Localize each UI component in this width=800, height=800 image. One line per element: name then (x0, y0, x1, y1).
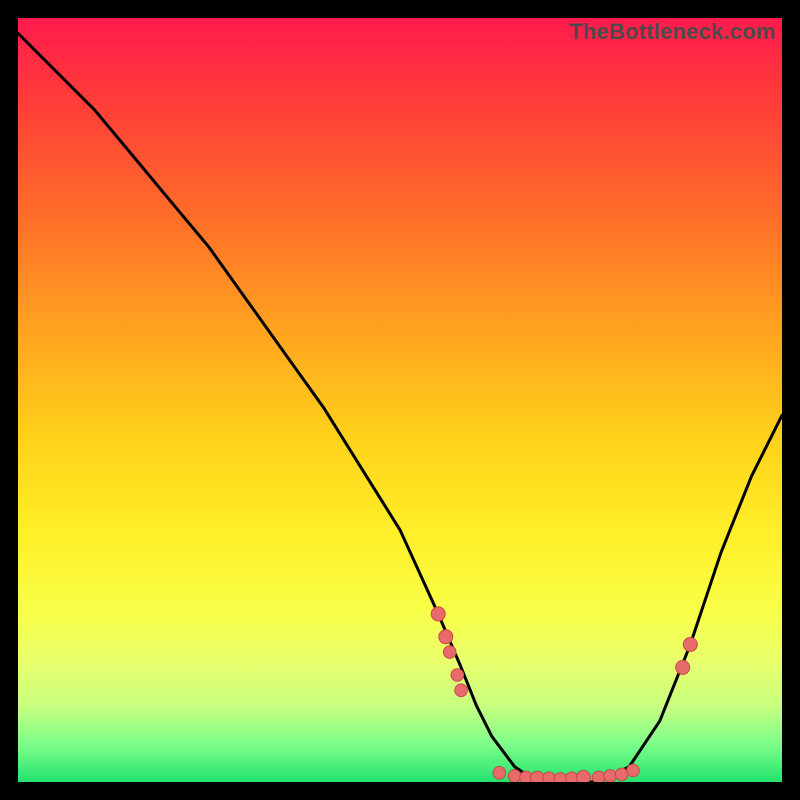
data-marker (683, 638, 697, 652)
data-marker (439, 630, 453, 644)
data-marker (554, 773, 567, 782)
bottleneck-curve (18, 33, 782, 782)
data-marker (627, 764, 640, 777)
data-marker (604, 770, 617, 782)
data-marker (443, 646, 456, 659)
data-marker (451, 669, 464, 682)
data-marker (455, 684, 468, 697)
chart-svg (18, 18, 782, 782)
watermark-text: TheBottleneck.com (570, 19, 776, 45)
plot-area (18, 18, 782, 782)
data-marker (576, 770, 590, 782)
data-marker (676, 660, 690, 674)
data-marker (592, 771, 605, 782)
data-marker (543, 772, 556, 782)
chart-frame: TheBottleneck.com (18, 18, 782, 782)
data-marker (431, 607, 445, 621)
data-marker (493, 767, 506, 780)
data-marker (615, 768, 628, 781)
data-marker (508, 770, 521, 782)
